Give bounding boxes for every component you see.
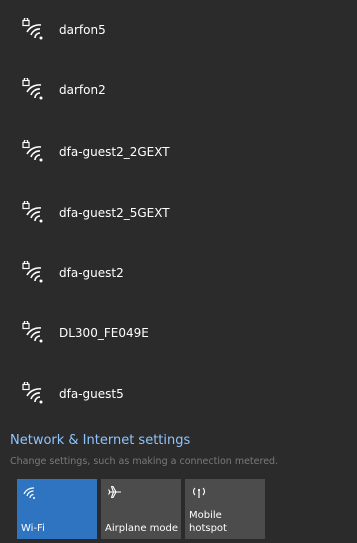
network-item-darfon2[interactable]: darfon2 [0,60,357,120]
network-item-dl300-fe049e[interactable]: DL300_FE049E [0,303,357,363]
network-item-dfa-guest5[interactable]: dfa-guest5 [0,364,357,424]
network-ssid: dfa-guest2_5GEXT [59,206,170,220]
network-ssid: darfon5 [59,23,106,37]
wifi-secured-icon [22,201,43,223]
wifi-secured-icon [22,140,43,162]
network-flyout: darfon5 darfon2 dfa-guest2_2GEXT dfa-gue… [0,0,357,543]
airplane-icon [108,485,121,499]
wifi-secured-icon [22,78,43,100]
network-ssid: dfa-guest2 [59,266,124,280]
wifi-icon [23,487,35,499]
wifi-label: Wi-Fi [21,523,45,534]
wifi-secured-icon [22,261,43,283]
wifi-secured-icon [22,321,43,343]
network-item-darfon5[interactable]: darfon5 [0,0,357,60]
network-ssid: darfon2 [59,83,106,97]
mobile-hotspot-label-line1: Mobile [189,510,222,521]
network-item-dfa-guest2-2gext[interactable]: dfa-guest2_2GEXT [0,122,357,182]
mobile-hotspot-label-line2: hotspot [189,523,227,534]
wifi-secured-icon [22,18,43,40]
network-item-dfa-guest2-5gext[interactable]: dfa-guest2_5GEXT [0,183,357,243]
airplane-mode-button[interactable]: Airplane mode [101,479,181,539]
network-ssid: DL300_FE049E [59,326,149,340]
mobile-hotspot-button[interactable]: Mobile hotspot [185,479,265,539]
network-item-dfa-guest2[interactable]: dfa-guest2 [0,243,357,303]
hotspot-icon [193,487,205,498]
wifi-toggle-button[interactable]: Wi-Fi [17,479,97,539]
mobile-hotspot-label: Mobile hotspot [189,509,227,535]
network-ssid: dfa-guest2_2GEXT [59,145,170,159]
settings-description: Change settings, such as making a connec… [10,456,279,467]
airplane-mode-label: Airplane mode [105,523,179,534]
network-ssid: dfa-guest5 [59,387,124,401]
wifi-secured-icon [22,382,43,404]
network-internet-settings-link[interactable]: Network & Internet settings [10,433,190,448]
